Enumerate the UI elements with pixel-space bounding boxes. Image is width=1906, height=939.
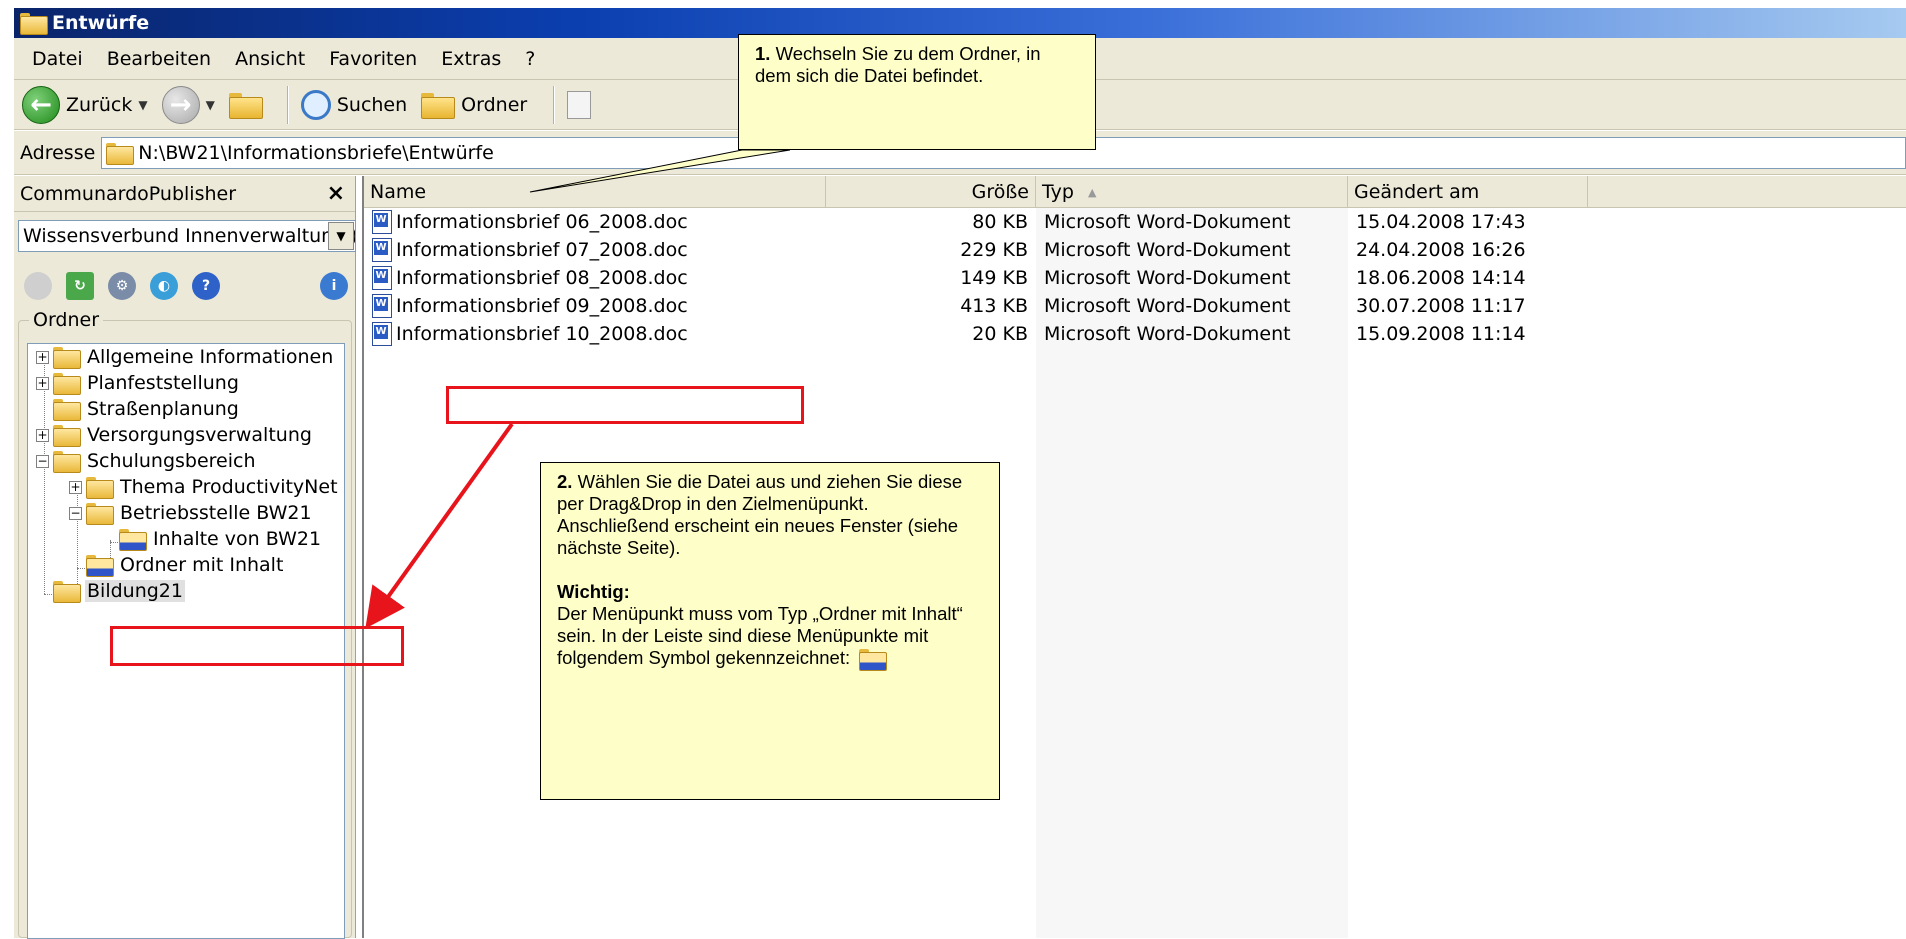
- callout-step1-text: Wechseln Sie zu dem Ordner, in dem sich …: [755, 43, 1041, 86]
- callout-step2-text: Wählen Sie die Datei aus und ziehen Sie …: [557, 471, 963, 558]
- callout-important-text: Der Menüpunkt muss vom Typ „Ordner mit I…: [557, 603, 963, 668]
- callout-step1-number: 1.: [755, 43, 771, 64]
- content-folder-icon: [859, 649, 888, 672]
- callout-important-heading: Wichtig:: [557, 581, 630, 602]
- callout-step2: 2. Wählen Sie die Datei aus und ziehen S…: [540, 462, 1000, 800]
- callout-step2-number: 2.: [557, 471, 573, 492]
- callout-step1: 1. Wechseln Sie zu dem Ordner, in dem si…: [738, 34, 1096, 150]
